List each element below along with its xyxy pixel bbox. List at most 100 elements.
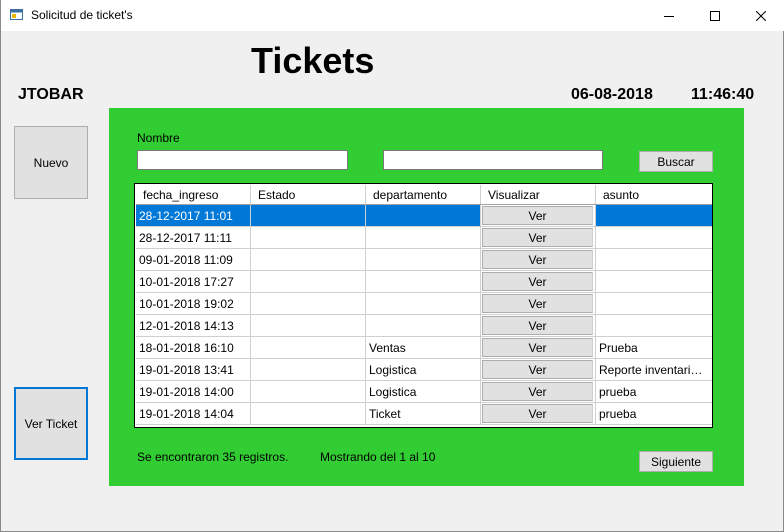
view-row-button[interactable]: Ver (482, 404, 593, 423)
secondary-search-input[interactable] (383, 150, 603, 170)
cell-departamento[interactable] (366, 249, 481, 270)
table-row[interactable]: 10-01-2018 19:02 Ver (136, 293, 712, 315)
column-header-visualizar[interactable]: Visualizar (481, 185, 596, 204)
cell-estado[interactable] (251, 227, 366, 248)
cell-visualizar: Ver (481, 403, 596, 424)
page-title: Tickets (251, 40, 375, 81)
cell-visualizar: Ver (481, 315, 596, 336)
view-row-button[interactable]: Ver (482, 338, 593, 357)
cell-asunto[interactable] (596, 227, 712, 248)
table-row[interactable]: 19-01-2018 14:04 Ticket Ver prueba (136, 403, 712, 425)
app-window: Solicitud de ticket's Tickets JTOBAR 06-… (0, 0, 784, 532)
table-row[interactable]: 28-12-2017 11:01 Ver (136, 205, 712, 227)
cell-estado[interactable] (251, 271, 366, 292)
cell-asunto[interactable] (596, 249, 712, 270)
cell-asunto[interactable]: Reporte inventario pr... (596, 359, 712, 380)
maximize-icon (710, 10, 720, 21)
view-row-button[interactable]: Ver (482, 382, 593, 401)
cell-visualizar: Ver (481, 205, 596, 226)
window-title: Solicitud de ticket's (31, 8, 133, 22)
tickets-table: fecha_ingreso Estado departamento Visual… (134, 183, 713, 428)
view-row-button[interactable]: Ver (482, 272, 593, 291)
view-row-button[interactable]: Ver (482, 250, 593, 269)
cell-asunto[interactable]: prueba (596, 403, 712, 424)
cell-fecha[interactable]: 19-01-2018 14:04 (136, 403, 251, 424)
cell-departamento[interactable] (366, 315, 481, 336)
cell-asunto[interactable]: prueba (596, 381, 712, 402)
date-label: 06-08-2018 (571, 86, 653, 103)
cell-departamento[interactable] (366, 205, 481, 226)
new-button[interactable]: Nuevo (14, 126, 88, 199)
view-row-button[interactable]: Ver (482, 206, 593, 225)
cell-visualizar: Ver (481, 271, 596, 292)
column-header-asunto[interactable]: asunto (596, 185, 712, 204)
cell-departamento[interactable] (366, 227, 481, 248)
cell-departamento[interactable] (366, 271, 481, 292)
view-ticket-button[interactable]: Ver Ticket (14, 387, 88, 460)
name-label: Nombre (137, 131, 180, 145)
cell-fecha[interactable]: 28-12-2017 11:11 (136, 227, 251, 248)
cell-fecha[interactable]: 28-12-2017 11:01 (136, 205, 251, 226)
cell-fecha[interactable]: 19-01-2018 13:41 (136, 359, 251, 380)
table-row[interactable]: 18-01-2018 16:10 Ventas Ver Prueba (136, 337, 712, 359)
cell-estado[interactable] (251, 249, 366, 270)
title-bar: Solicitud de ticket's (1, 0, 784, 31)
cell-visualizar: Ver (481, 293, 596, 314)
cell-estado[interactable] (251, 315, 366, 336)
column-header-estado[interactable]: Estado (251, 185, 366, 204)
username-label: JTOBAR (18, 86, 84, 103)
cell-visualizar: Ver (481, 381, 596, 402)
search-button[interactable]: Buscar (639, 151, 713, 172)
table-row[interactable]: 28-12-2017 11:11 Ver (136, 227, 712, 249)
table-header: fecha_ingreso Estado departamento Visual… (136, 185, 712, 205)
cell-visualizar: Ver (481, 337, 596, 358)
cell-departamento[interactable]: Ticket (366, 403, 481, 424)
cell-fecha[interactable]: 19-01-2018 14:00 (136, 381, 251, 402)
cell-fecha[interactable]: 09-01-2018 11:09 (136, 249, 251, 270)
cell-departamento[interactable] (366, 293, 481, 314)
cell-estado[interactable] (251, 293, 366, 314)
cell-visualizar: Ver (481, 359, 596, 380)
cell-asunto[interactable] (596, 315, 712, 336)
cell-visualizar: Ver (481, 249, 596, 270)
minimize-icon (664, 15, 674, 17)
view-row-button[interactable]: Ver (482, 294, 593, 313)
view-row-button[interactable]: Ver (482, 228, 593, 247)
cell-departamento[interactable]: Ventas (366, 337, 481, 358)
cell-fecha[interactable]: 10-01-2018 17:27 (136, 271, 251, 292)
pagination-text: Mostrando del 1 al 10 (320, 450, 436, 464)
cell-departamento[interactable]: Logistica (366, 359, 481, 380)
cell-asunto[interactable]: Prueba (596, 337, 712, 358)
cell-estado[interactable] (251, 337, 366, 358)
cell-asunto[interactable] (596, 293, 712, 314)
cell-fecha[interactable]: 12-01-2018 14:13 (136, 315, 251, 336)
table-row[interactable]: 09-01-2018 11:09 Ver (136, 249, 712, 271)
view-row-button[interactable]: Ver (482, 360, 593, 379)
cell-estado[interactable] (251, 359, 366, 380)
name-input[interactable] (137, 150, 348, 170)
table-row[interactable]: 19-01-2018 14:00 Logistica Ver prueba (136, 381, 712, 403)
maximize-button[interactable] (692, 0, 738, 31)
column-header-fecha[interactable]: fecha_ingreso (136, 185, 251, 204)
cell-estado[interactable] (251, 403, 366, 424)
cell-estado[interactable] (251, 381, 366, 402)
app-icon (10, 9, 23, 20)
view-row-button[interactable]: Ver (482, 316, 593, 335)
cell-estado[interactable] (251, 205, 366, 226)
cell-visualizar: Ver (481, 227, 596, 248)
records-count-text: Se encontraron 35 registros. (137, 450, 289, 464)
table-row[interactable]: 19-01-2018 13:41 Logistica Ver Reporte inve… (136, 359, 712, 381)
cell-fecha[interactable]: 10-01-2018 19:02 (136, 293, 251, 314)
cell-asunto[interactable] (596, 205, 712, 226)
next-page-button[interactable]: Siguiente (639, 451, 713, 472)
close-icon (756, 10, 766, 21)
table-row[interactable]: 10-01-2018 17:27 Ver (136, 271, 712, 293)
time-label: 11:46:40 (691, 86, 755, 103)
cell-asunto[interactable] (596, 271, 712, 292)
table-row[interactable]: 12-01-2018 14:13 Ver (136, 315, 712, 337)
minimize-button[interactable] (646, 0, 692, 31)
cell-fecha[interactable]: 18-01-2018 16:10 (136, 337, 251, 358)
cell-departamento[interactable]: Logistica (366, 381, 481, 402)
close-button[interactable] (738, 0, 784, 31)
column-header-departamento[interactable]: departamento (366, 185, 481, 204)
